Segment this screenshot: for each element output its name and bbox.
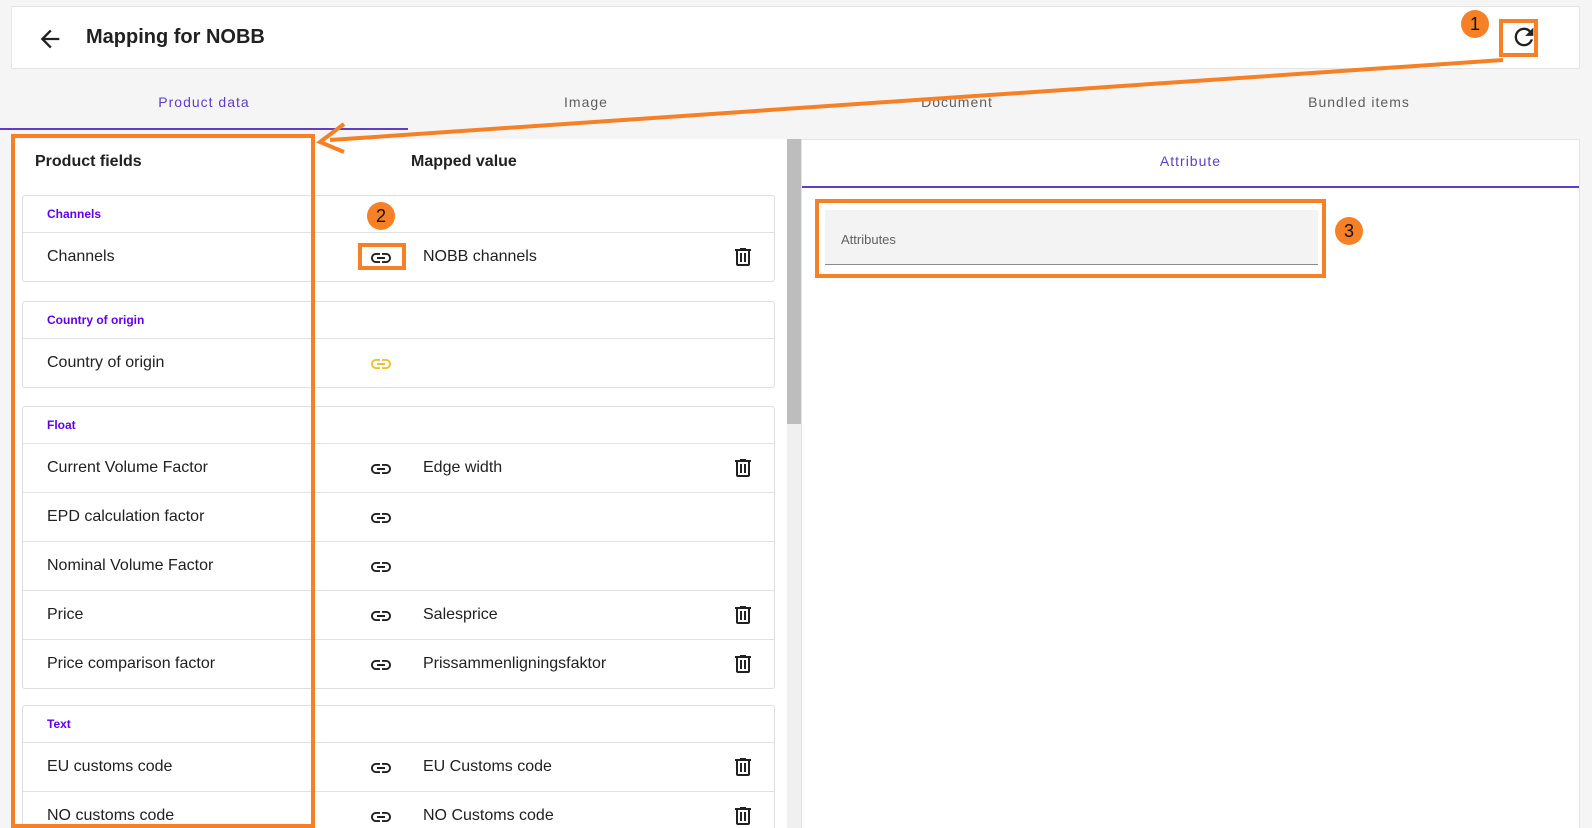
mapped-value: Salesprice [423, 606, 498, 623]
link-icon [371, 513, 391, 523]
link-button[interactable] [369, 604, 393, 628]
tab-bundled-items[interactable]: Bundled items [1155, 86, 1563, 128]
top-bar: Mapping for NOBB [11, 6, 1580, 69]
annotation-badge-1: 1 [1461, 10, 1489, 38]
link-icon [371, 464, 391, 474]
link-button[interactable] [369, 756, 393, 780]
page-title: Mapping for NOBB [86, 26, 265, 48]
mapped-value-header: Mapped value [411, 153, 517, 170]
trash-icon [735, 248, 751, 266]
link-button[interactable] [369, 352, 393, 376]
back-arrow-icon [40, 29, 60, 49]
highlight-refresh-button [1499, 19, 1538, 57]
annotation-badge-2: 2 [367, 202, 395, 230]
delete-button[interactable] [731, 603, 755, 627]
link-icon [371, 763, 391, 773]
scrollbar-thumb[interactable] [787, 139, 801, 424]
trash-icon [735, 459, 751, 477]
trash-icon [735, 655, 751, 673]
link-button[interactable] [369, 506, 393, 530]
trash-icon [735, 807, 751, 825]
link-icon [371, 359, 391, 369]
highlight-link-button [358, 243, 406, 270]
delete-button[interactable] [731, 245, 755, 269]
delete-button[interactable] [731, 456, 755, 480]
link-button[interactable] [369, 653, 393, 677]
mapped-value: NO Customs code [423, 807, 554, 824]
delete-button[interactable] [731, 755, 755, 779]
mapped-value: Prissammenligningsfaktor [423, 655, 607, 672]
link-icon [371, 562, 391, 572]
link-icon [371, 660, 391, 670]
link-button[interactable] [369, 555, 393, 579]
highlight-attributes-field [815, 199, 1326, 278]
link-icon [371, 812, 391, 822]
link-button[interactable] [369, 805, 393, 828]
tab-document[interactable]: Document [753, 86, 1161, 128]
link-icon [371, 611, 391, 621]
tab-attribute[interactable]: Attribute [802, 140, 1579, 188]
tab-product-data[interactable]: Product data [0, 86, 408, 130]
trash-icon [735, 606, 751, 624]
mapped-value: NOBB channels [423, 248, 537, 265]
trash-icon [735, 758, 751, 776]
delete-button[interactable] [731, 804, 755, 828]
mapped-value: Edge width [423, 459, 503, 476]
link-button[interactable] [369, 457, 393, 481]
back-button[interactable] [36, 25, 64, 53]
tab-bar: Product data Image Document Bundled item… [0, 86, 1592, 130]
tab-image[interactable]: Image [382, 86, 790, 128]
mapped-value: EU Customs code [423, 758, 552, 775]
annotation-badge-3: 3 [1335, 217, 1363, 245]
delete-button[interactable] [731, 652, 755, 676]
highlight-product-fields [11, 134, 315, 828]
